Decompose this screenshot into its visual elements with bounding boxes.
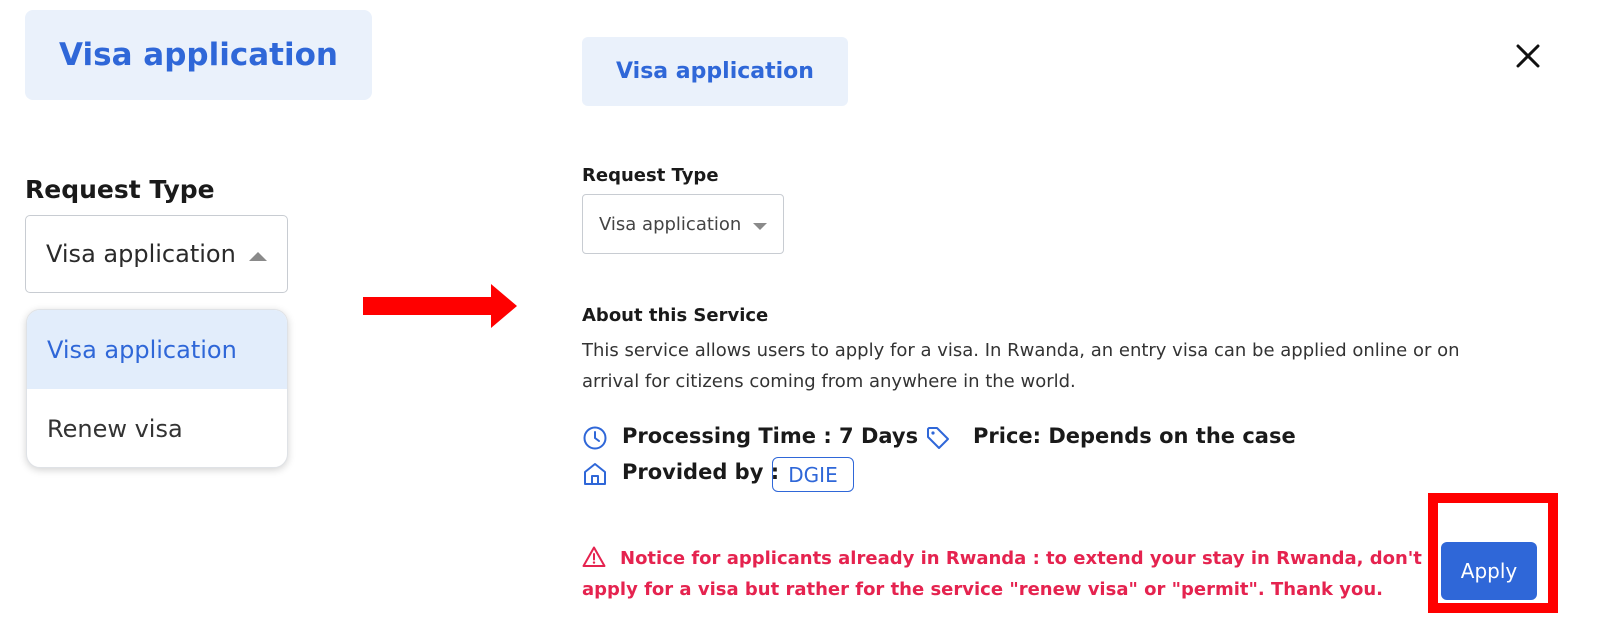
request-type-select[interactable]: Visa application bbox=[582, 194, 784, 254]
price-tag-icon bbox=[927, 427, 949, 449]
dropdown-option-renew-visa[interactable]: Renew visa bbox=[27, 389, 287, 467]
request-type-select-value: Visa application bbox=[46, 240, 236, 268]
request-type-select-value: Visa application bbox=[599, 213, 742, 235]
home-icon bbox=[584, 463, 606, 485]
request-type-label: Request Type bbox=[582, 165, 719, 186]
provided-by-label: Provided by : bbox=[622, 460, 780, 484]
request-type-select[interactable]: Visa application bbox=[25, 215, 288, 293]
notice-message: Notice for applicants already in Rwanda … bbox=[582, 548, 1422, 600]
service-tag: Visa application bbox=[582, 37, 848, 106]
right-arrow-icon bbox=[363, 284, 517, 328]
about-service-description: This service allows users to apply for a… bbox=[582, 340, 1460, 392]
provider-badge[interactable]: DGIE bbox=[772, 457, 854, 492]
about-service-heading: About this Service bbox=[582, 305, 769, 326]
close-icon[interactable] bbox=[1512, 40, 1544, 72]
request-type-dropdown-menu: Visa application Renew visa bbox=[26, 309, 288, 468]
service-tag: Visa application bbox=[25, 10, 372, 100]
dropdown-option-visa-application[interactable]: Visa application bbox=[27, 310, 287, 389]
caret-down-icon bbox=[753, 223, 767, 230]
request-type-label: Request Type bbox=[25, 175, 215, 204]
clock-icon bbox=[583, 426, 607, 450]
apply-button[interactable]: Apply bbox=[1441, 542, 1537, 600]
caret-up-icon bbox=[249, 252, 267, 261]
price: Price: Depends on the case bbox=[973, 424, 1296, 448]
processing-time: Processing Time : 7 Days bbox=[622, 424, 919, 448]
